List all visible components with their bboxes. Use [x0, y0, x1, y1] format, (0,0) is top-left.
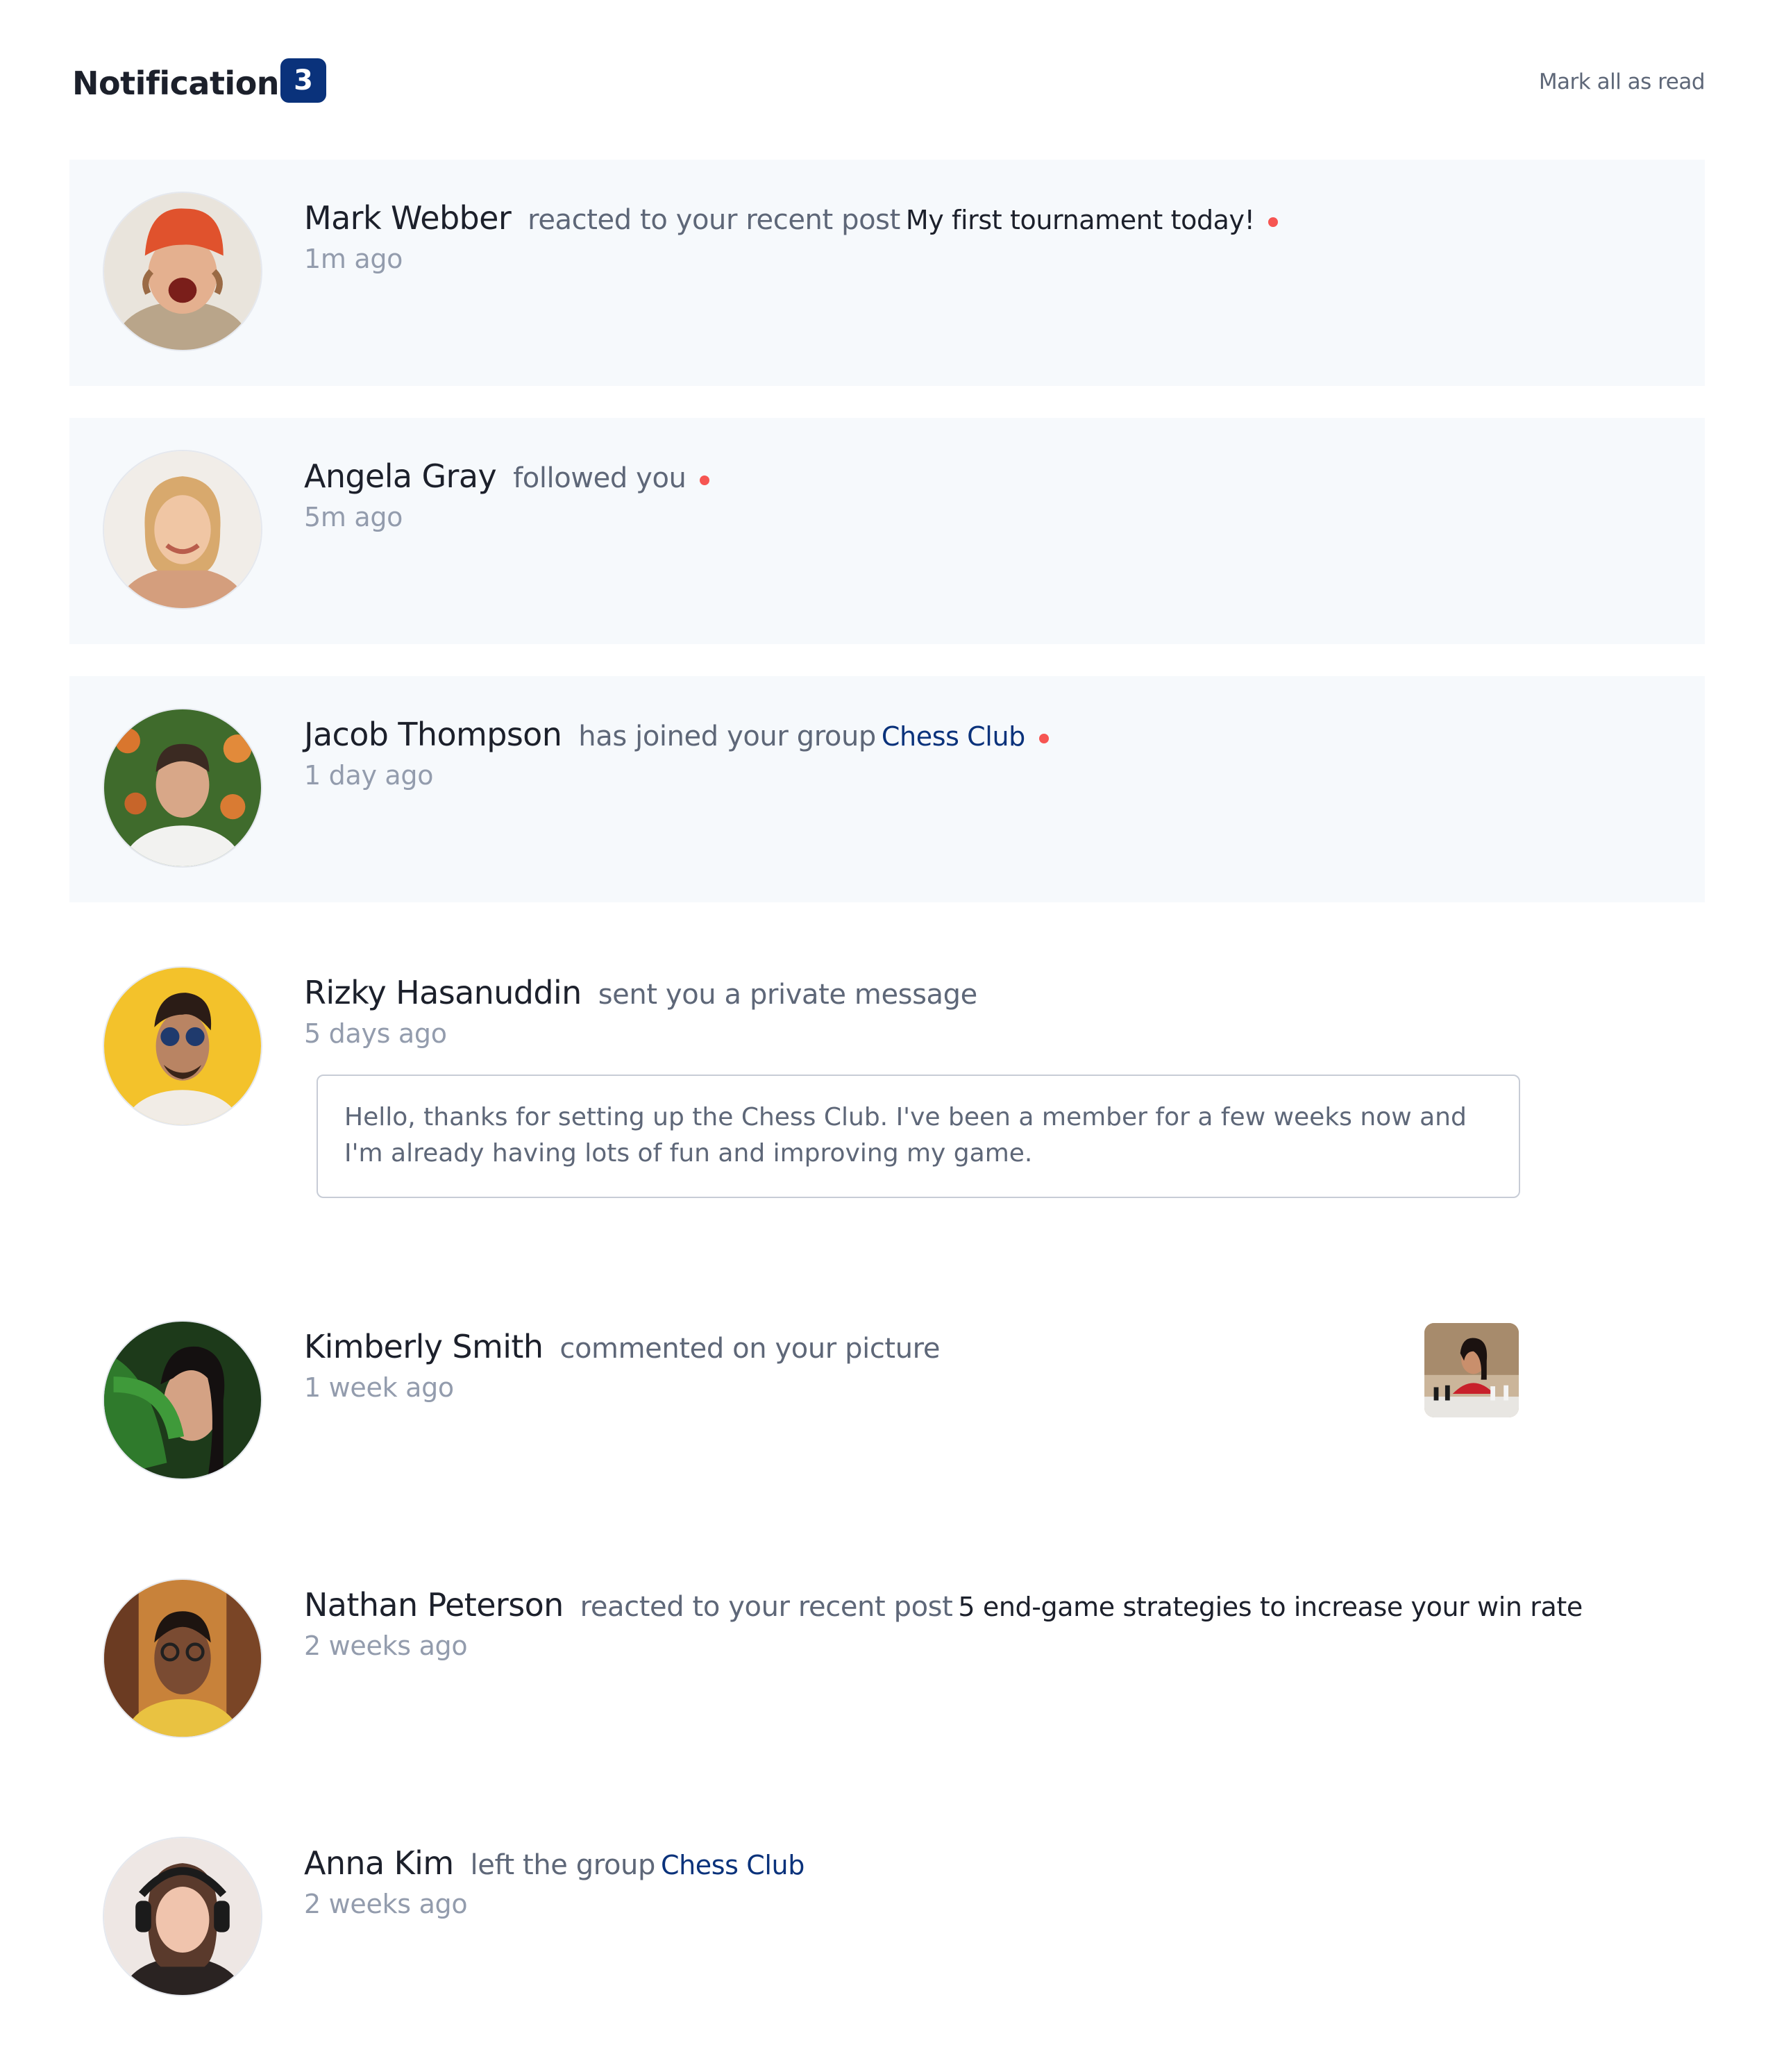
- notification-line: Nathan Peterson reacted to your recent po…: [304, 1583, 1583, 1629]
- avatar-kimberly-smith-icon: [104, 1322, 261, 1479]
- unread-count-badge: 3: [280, 58, 326, 103]
- notification-time: 5 days ago: [304, 1018, 447, 1049]
- mark-all-read-button[interactable]: Mark all as read: [1539, 67, 1706, 97]
- notification-action: commented on your picture: [559, 1333, 941, 1365]
- unread-dot: [700, 475, 710, 486]
- post-link[interactable]: 5 end-game strategies to increase your w…: [958, 1592, 1583, 1622]
- notification-line: Angela Gray followed you: [304, 454, 1538, 500]
- notification-line: Anna Kim left the group Chess Club: [304, 1841, 1538, 1887]
- notification-item[interactable]: Angela Gray followed you 5m ago: [69, 418, 1705, 644]
- user-name[interactable]: Anna Kim: [304, 1844, 454, 1882]
- unread-dot: [1268, 217, 1279, 228]
- notification-content: Rizky Hasanuddin sent you a private messa…: [304, 970, 1538, 1050]
- notification-line: Rizky Hasanuddin sent you a private messa…: [304, 970, 1538, 1017]
- group-link[interactable]: Chess Club: [661, 1850, 805, 1880]
- avatar-rizky-hasanuddin-icon: [104, 968, 261, 1125]
- group-link[interactable]: Chess Club: [882, 721, 1025, 752]
- avatar[interactable]: [104, 1322, 261, 1479]
- notification-action: has joined your group: [578, 721, 876, 752]
- notification-action: left the group: [470, 1849, 656, 1881]
- notification-content: Jacob Thompson has joined your group Chess…: [304, 712, 1538, 792]
- avatar[interactable]: [104, 1838, 261, 1995]
- post-link[interactable]: My first tournament today!: [906, 205, 1255, 235]
- notification-content: Angela Gray followed you 5m ago: [304, 454, 1538, 534]
- avatar[interactable]: [104, 193, 261, 350]
- avatar[interactable]: [104, 451, 261, 608]
- user-name[interactable]: Mark Webber: [304, 199, 512, 237]
- notification-line: Kimberly Smith commented on your picture: [304, 1324, 1538, 1371]
- user-name[interactable]: Kimberly Smith: [304, 1328, 544, 1365]
- notification-line: Jacob Thompson has joined your group Chess…: [304, 712, 1538, 759]
- notification-time: 2 weeks ago: [304, 1889, 468, 1919]
- notification-line: Mark Webber reacted to your recent post My…: [304, 196, 1538, 242]
- notification-item[interactable]: Jacob Thompson has joined your group Chess…: [69, 676, 1705, 902]
- user-name[interactable]: Rizky Hasanuddin: [304, 974, 582, 1011]
- notification-item[interactable]: Mark Webber reacted to your recent post My…: [69, 160, 1705, 386]
- notification-content: Anna Kim left the group Chess Club 2 weeks…: [304, 1841, 1538, 1921]
- notification-content: Mark Webber reacted to your recent post My…: [304, 196, 1538, 276]
- notification-item[interactable]: Nathan Peterson reacted to your recent po…: [69, 1547, 1705, 1773]
- avatar-nathan-peterson-icon: [104, 1580, 261, 1737]
- avatar[interactable]: [104, 1580, 261, 1737]
- avatar-mark-webber-icon: [104, 193, 261, 350]
- avatar[interactable]: [104, 709, 261, 866]
- notification-action: reacted to your recent post: [528, 204, 900, 236]
- notification-time: 5m ago: [304, 502, 403, 532]
- user-name[interactable]: Nathan Peterson: [304, 1586, 564, 1624]
- notification-item[interactable]: Anna Kim left the group Chess Club 2 weeks…: [69, 1805, 1705, 2031]
- notifications-header: Notifications 3 Mark all as read: [72, 56, 1706, 111]
- chess-picture-icon: [1424, 1323, 1519, 1417]
- unread-dot: [1038, 734, 1049, 744]
- user-name[interactable]: Angela Gray: [304, 457, 497, 495]
- notification-action: reacted to your recent post: [580, 1591, 953, 1623]
- notification-time: 1m ago: [304, 244, 403, 274]
- avatar-anna-kim-icon: [104, 1838, 261, 1995]
- notification-content: Nathan Peterson reacted to your recent po…: [304, 1583, 1583, 1662]
- page-title: Notifications: [72, 65, 298, 102]
- notification-action: sent you a private message: [598, 979, 978, 1011]
- notification-time: 2 weeks ago: [304, 1631, 468, 1661]
- notification-time: 1 week ago: [304, 1372, 454, 1403]
- avatar[interactable]: [104, 968, 261, 1125]
- notifications-page: Notifications 3 Mark all as read Mark We…: [0, 0, 1777, 2072]
- avatar-jacob-thompson-icon: [104, 709, 261, 866]
- private-message-preview[interactable]: Hello, thanks for setting up the Chess C…: [317, 1075, 1520, 1198]
- notification-time: 1 day ago: [304, 760, 434, 791]
- avatar-angela-gray-icon: [104, 451, 261, 608]
- user-name[interactable]: Jacob Thompson: [304, 716, 562, 753]
- notification-content: Kimberly Smith commented on your picture …: [304, 1324, 1538, 1404]
- notification-action: followed you: [513, 462, 687, 494]
- commented-picture-thumbnail[interactable]: [1424, 1323, 1519, 1417]
